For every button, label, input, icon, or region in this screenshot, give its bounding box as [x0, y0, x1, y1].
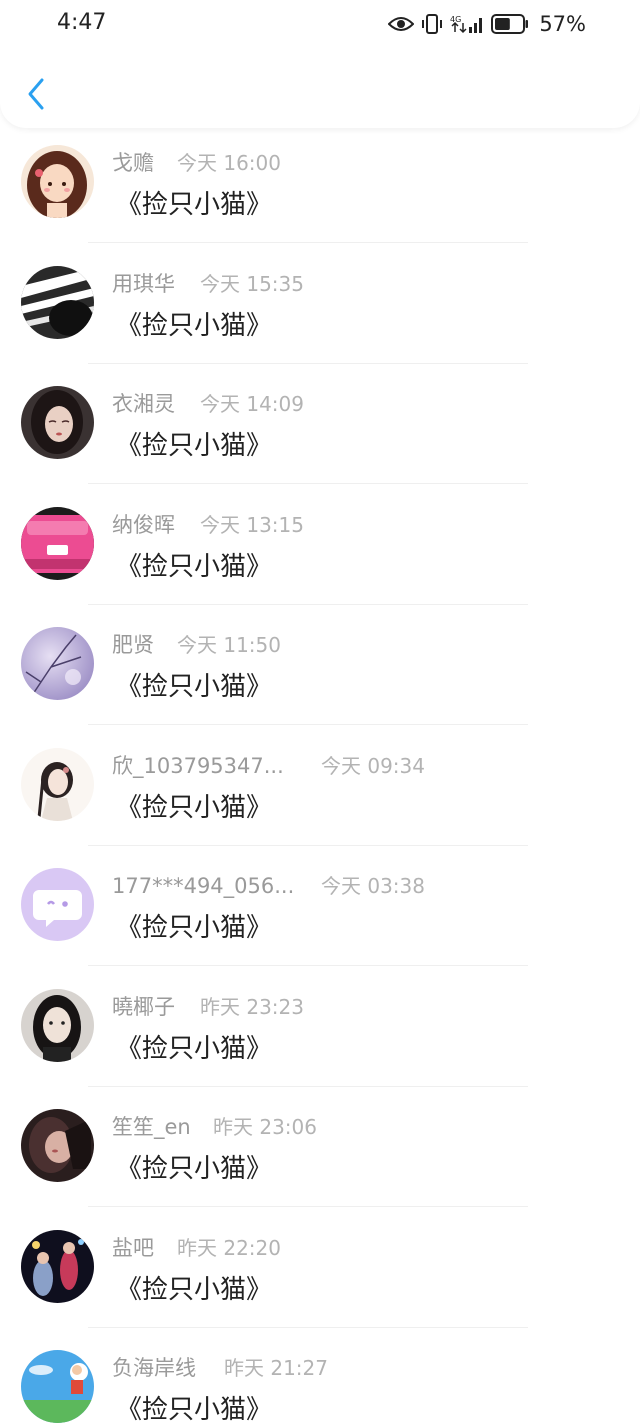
- timestamp: 今天 15:35: [200, 271, 304, 296]
- divider: [88, 965, 528, 966]
- battery-icon: [491, 13, 529, 35]
- avatar[interactable]: [21, 868, 94, 941]
- status-icons: 4G 57%: [388, 10, 586, 38]
- avatar[interactable]: [21, 988, 94, 1062]
- message-text[interactable]: 《捡只小猫》: [116, 911, 272, 945]
- timestamp: 今天 14:09: [200, 392, 304, 416]
- list-item[interactable]: 肥贤 今天 11:50 《捡只小猫》: [0, 610, 640, 731]
- sender-name[interactable]: 用琪华: [112, 269, 175, 299]
- sender-name[interactable]: 盐吧: [112, 1233, 154, 1263]
- sender-name[interactable]: 纳俊晖: [112, 510, 175, 540]
- message-text[interactable]: 《捡只小猫》: [116, 188, 272, 222]
- avatar[interactable]: [21, 627, 94, 700]
- avatar[interactable]: [21, 386, 94, 459]
- message-text[interactable]: 《捡只小猫》: [116, 1393, 272, 1423]
- sender-name[interactable]: 177***494_056...: [112, 871, 294, 901]
- list-item[interactable]: 欣_103795347... 今天 09:34 《捡只小猫》: [0, 731, 640, 852]
- avatar[interactable]: [21, 747, 94, 821]
- sender-name[interactable]: 戈赡: [112, 148, 154, 178]
- avatar[interactable]: [21, 1229, 94, 1303]
- avatar[interactable]: [21, 265, 94, 339]
- message-text[interactable]: 《捡只小猫》: [116, 309, 272, 343]
- status-time: 4:47: [57, 10, 107, 35]
- sender-name[interactable]: 曉椰子: [112, 992, 175, 1022]
- message-text[interactable]: 《捡只小猫》: [116, 1032, 272, 1066]
- divider: [88, 483, 528, 484]
- message-text[interactable]: 《捡只小猫》: [116, 429, 272, 463]
- list-item[interactable]: 用琪华 今天 15:35 《捡只小猫》: [0, 249, 640, 370]
- list-item[interactable]: 盐吧 昨天 22:20 《捡只小猫》: [0, 1213, 640, 1334]
- message-text[interactable]: 《捡只小猫》: [116, 1273, 272, 1307]
- sender-name[interactable]: 负海岸线: [112, 1353, 196, 1383]
- list-item[interactable]: 纳俊晖 今天 13:15 《捡只小猫》: [0, 490, 640, 611]
- list-item[interactable]: 笙笙_en 昨天 23:06 《捡只小猫》: [0, 1092, 640, 1213]
- chevron-left-icon: [28, 78, 44, 110]
- divider: [88, 242, 528, 243]
- divider: [88, 1206, 528, 1207]
- divider: [88, 1085, 528, 1087]
- divider: [88, 1326, 528, 1328]
- avatar[interactable]: [21, 1109, 94, 1182]
- avatar[interactable]: [21, 145, 94, 218]
- status-bar: 4:47 4G 57%: [0, 0, 640, 50]
- timestamp: 今天 16:00: [177, 151, 281, 175]
- signal-icon: 4G: [450, 13, 484, 35]
- divider: [88, 362, 528, 364]
- list-item[interactable]: 177***494_056... 今天 03:38 《捡只小猫》: [0, 851, 640, 972]
- message-text[interactable]: 《捡只小猫》: [116, 791, 272, 825]
- timestamp: 今天 11:50: [177, 633, 281, 657]
- divider: [88, 844, 528, 846]
- sender-name[interactable]: 衣湘灵: [112, 389, 175, 419]
- message-text[interactable]: 《捡只小猫》: [116, 550, 272, 584]
- sender-name[interactable]: 肥贤: [112, 630, 154, 660]
- timestamp: 昨天 22:20: [177, 1235, 281, 1260]
- sender-name[interactable]: 欣_103795347...: [112, 751, 284, 781]
- list-item[interactable]: 曉椰子 昨天 23:23 《捡只小猫》: [0, 972, 640, 1093]
- list-item[interactable]: 衣湘灵 今天 14:09 《捡只小猫》: [0, 369, 640, 490]
- timestamp: 昨天 23:06: [213, 1115, 317, 1139]
- list-item[interactable]: 负海岸线 昨天 21:27 《捡只小猫》: [0, 1333, 640, 1423]
- avatar[interactable]: [21, 1350, 94, 1423]
- message-text[interactable]: 《捡只小猫》: [116, 670, 272, 704]
- back-button[interactable]: [20, 74, 52, 114]
- message-list: 戈赡 今天 16:00 《捡只小猫》 用琪华 今天 15:35 《捡只小猫》 衣湘灵 今天 1…: [0, 128, 640, 1423]
- vibrate-icon: [421, 13, 443, 35]
- divider: [88, 724, 528, 725]
- list-item[interactable]: 戈赡 今天 16:00 《捡只小猫》: [0, 128, 640, 249]
- timestamp: 今天 03:38: [321, 874, 425, 898]
- timestamp: 今天 09:34: [321, 753, 425, 778]
- battery-percent: 57%: [539, 12, 586, 36]
- divider: [88, 603, 528, 605]
- top-bar: 4:47 4G 57%: [0, 0, 640, 128]
- message-text[interactable]: 《捡只小猫》: [116, 1152, 272, 1186]
- timestamp: 今天 13:15: [200, 512, 304, 537]
- avatar[interactable]: [21, 506, 94, 580]
- sender-name[interactable]: 笙笙_en: [112, 1112, 191, 1142]
- eye-icon: [388, 15, 415, 33]
- timestamp: 昨天 21:27: [224, 1356, 328, 1380]
- timestamp: 昨天 23:23: [200, 994, 304, 1019]
